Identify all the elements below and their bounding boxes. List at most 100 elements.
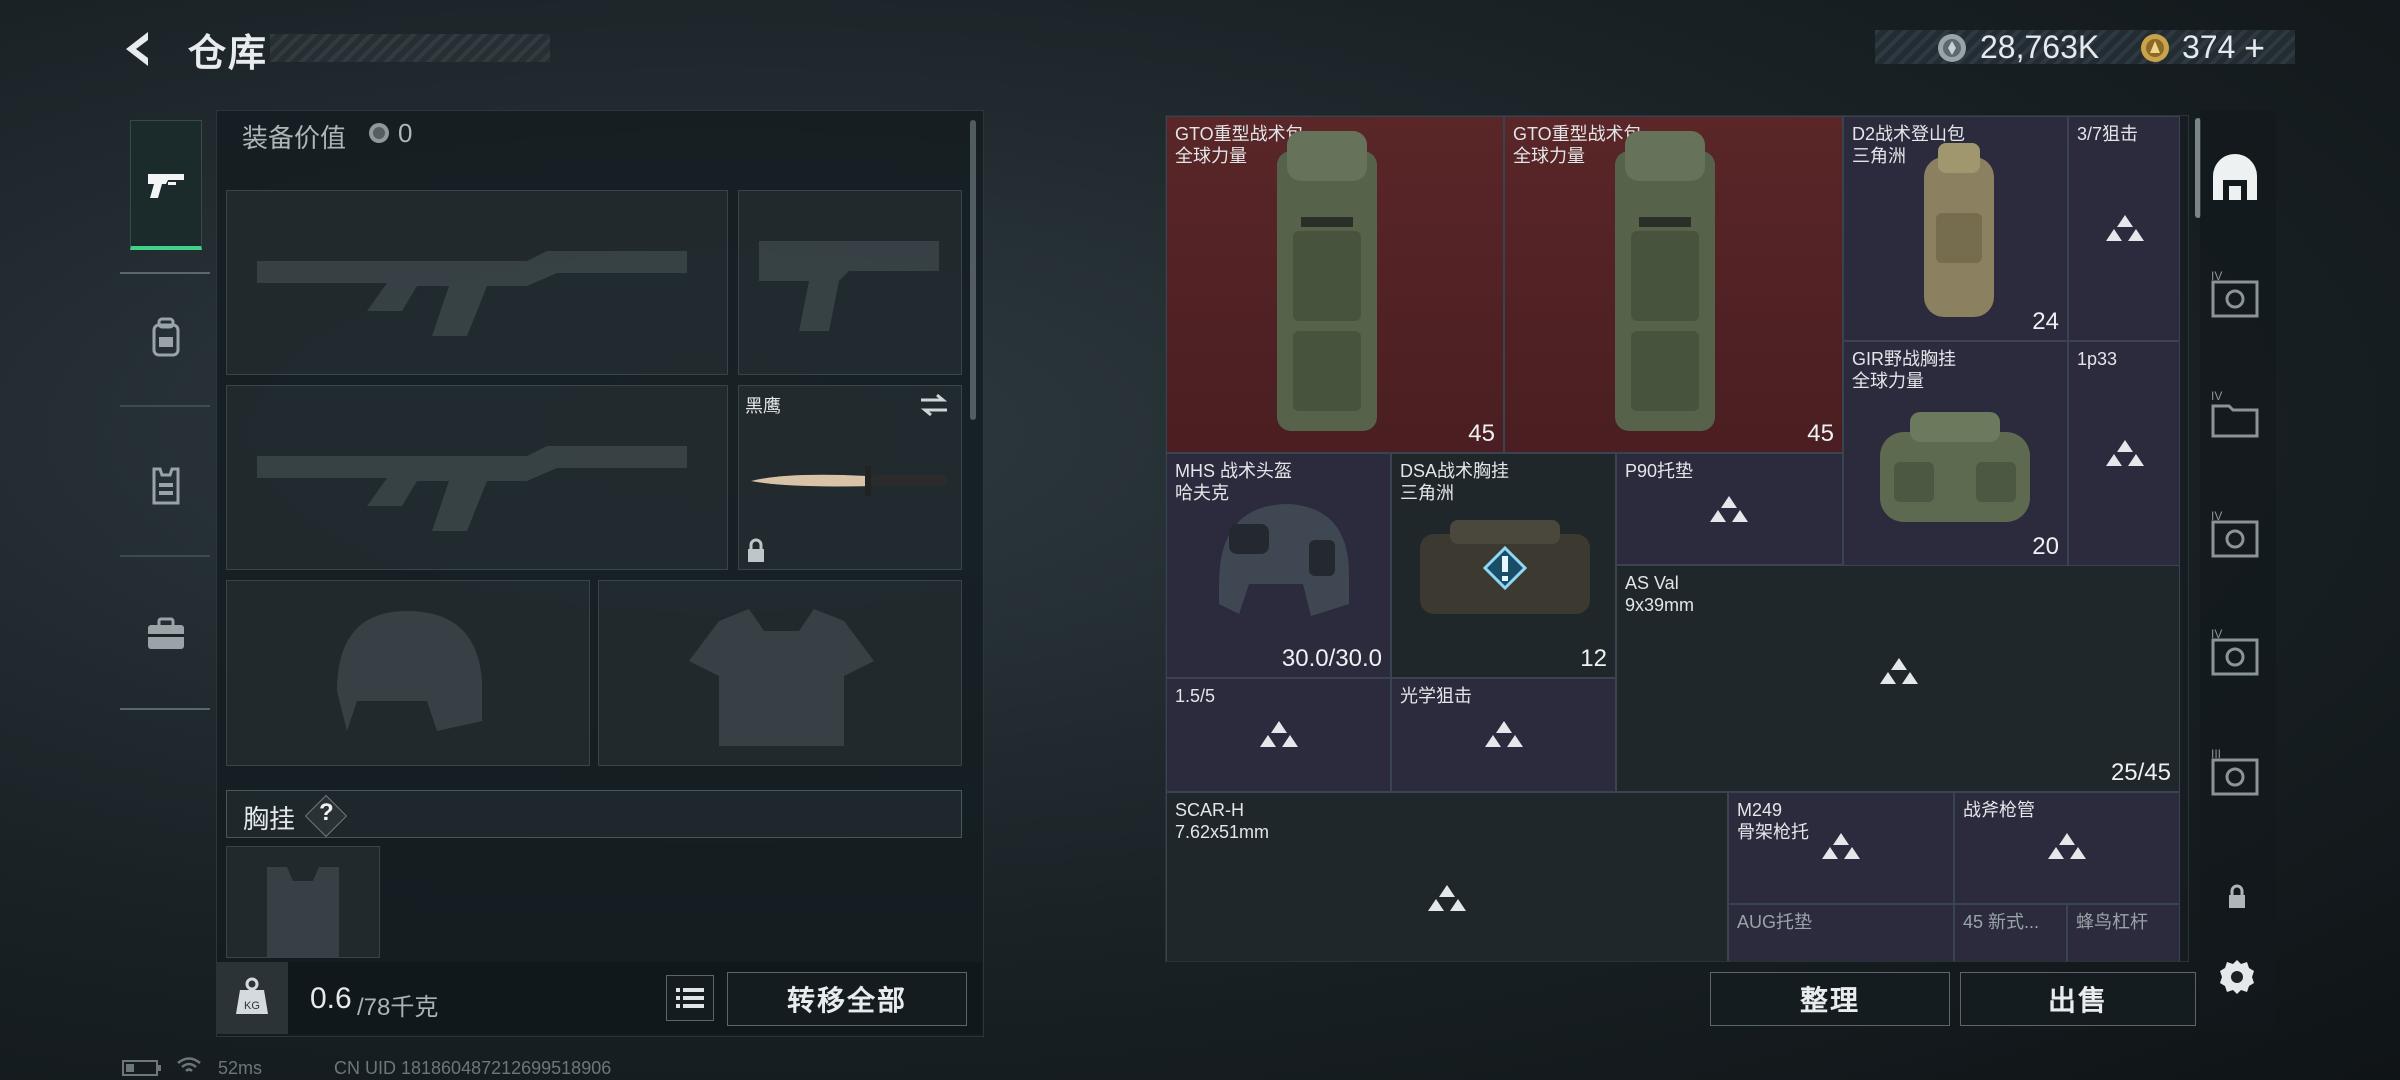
storage-item[interactable]: M249 骨架枪托 xyxy=(1728,792,1954,904)
swap-icon[interactable] xyxy=(917,392,951,418)
gear-icon[interactable] xyxy=(2216,956,2258,998)
storage-item[interactable]: AS Val 9x39mm 25/45 xyxy=(1616,565,2180,792)
silver-amount: 28,763K xyxy=(1980,29,2100,65)
storage-item[interactable]: 战斧枪管 xyxy=(1954,792,2180,904)
pistol-slot[interactable] xyxy=(738,190,962,375)
nav-weapons-tab[interactable] xyxy=(130,120,202,250)
tier-label: III xyxy=(2211,747,2221,761)
case-tier-icon[interactable]: IV xyxy=(2205,508,2265,568)
chest-rig-slot[interactable] xyxy=(226,846,380,958)
item-name: 蜂鸟杠杆 xyxy=(2076,912,2148,932)
climbing-backpack-icon xyxy=(1924,143,1994,317)
equipment-value-label: 装备价值 xyxy=(242,123,347,153)
item-durability: 30.0/30.0 xyxy=(1281,645,1382,672)
storage-item[interactable]: 蜂鸟杠杆 xyxy=(2067,904,2180,961)
storage-item[interactable]: 1p33 xyxy=(2068,341,2180,566)
item-count: 45 xyxy=(1807,420,1834,447)
knife-name: 黑鹰 xyxy=(745,396,781,416)
gold-amount: 374 xyxy=(2182,29,2236,65)
storage-item[interactable]: MHS 战术头盔 哈夫克 30.0/30.0 xyxy=(1166,453,1391,678)
user-uid: CN UID 181860487212699518906 xyxy=(334,1058,612,1078)
list-view-button[interactable] xyxy=(666,975,714,1021)
primary-weapon-slot[interactable] xyxy=(226,190,728,375)
storage-home-icon[interactable] xyxy=(2205,150,2265,210)
nav-divider xyxy=(120,708,210,710)
item-name: 战斧枪管 xyxy=(1963,800,2035,820)
chest-rig-silhouette-icon xyxy=(267,867,339,957)
item-name: SCAR-H 7.62x51mm xyxy=(1175,800,1270,842)
storage-item[interactable]: 45 新式... xyxy=(1954,904,2067,961)
backpack-icon xyxy=(152,317,180,357)
rifle-silhouette-icon xyxy=(257,446,687,531)
wifi-icon xyxy=(177,1057,201,1072)
dsa-chest-rig-icon xyxy=(1420,520,1590,614)
nav-backpack-tab[interactable] xyxy=(130,272,202,402)
weight-icon-box: KG xyxy=(216,962,288,1034)
placeholder-triangle-icon xyxy=(2106,440,2144,466)
briefcase-icon xyxy=(148,617,184,649)
loadout-scrollbar[interactable] xyxy=(970,120,976,420)
placeholder-triangle-icon xyxy=(2106,215,2144,241)
body-armor-silhouette-icon xyxy=(689,609,874,746)
item-count: 45 xyxy=(1468,420,1495,447)
tier-label: IV xyxy=(2211,627,2222,641)
item-count: 20 xyxy=(2032,533,2059,560)
nav-vest-tab[interactable] xyxy=(130,420,202,550)
secondary-weapon-slot[interactable] xyxy=(226,385,728,570)
case-tier-icon[interactable]: IV xyxy=(2205,626,2265,686)
help-icon[interactable]: ? xyxy=(319,799,334,827)
melee-slot[interactable]: 黑鹰 xyxy=(738,385,962,570)
weight-max: /78千克 xyxy=(357,994,439,1021)
storage-item[interactable]: 光学狙击 xyxy=(1391,678,1616,792)
folder-tier-icon[interactable]: IV xyxy=(2205,388,2265,448)
storage-item[interactable]: GIR野战胸挂 全球力量 20 xyxy=(1843,341,2068,566)
storage-item[interactable]: SCAR-H 7.62x51mm xyxy=(1166,792,1728,961)
back-arrow-icon[interactable] xyxy=(118,28,160,70)
item-name: AUG托垫 xyxy=(1737,912,1813,932)
sort-button[interactable]: 整理 xyxy=(1710,972,1950,1026)
item-name: P90托垫 xyxy=(1625,461,1694,481)
weight-icon: KG xyxy=(236,977,268,1014)
tier-label: IV xyxy=(2211,269,2222,283)
storage-item[interactable]: DSA战术胸挂 三角洲 12 xyxy=(1391,453,1616,678)
ping-readout: 52ms xyxy=(218,1058,263,1078)
transfer-all-button[interactable]: 转移全部 xyxy=(727,972,967,1026)
weight-current: 0.6 xyxy=(310,982,352,1015)
placeholder-triangle-icon xyxy=(2048,833,2086,859)
tier-label: IV xyxy=(2211,509,2222,523)
placeholder-triangle-icon xyxy=(1880,658,1918,684)
item-name: 1.5/5 xyxy=(1175,686,1216,706)
item-count: 12 xyxy=(1580,645,1607,672)
placeholder-triangle-icon xyxy=(1822,833,1860,859)
nav-case-tab[interactable] xyxy=(130,568,202,698)
case-tier-icon[interactable]: IV xyxy=(2205,268,2265,328)
placeholder-triangle-icon xyxy=(1485,721,1523,747)
placeholder-triangle-icon xyxy=(1710,496,1748,522)
storage-item[interactable]: D2战术登山包 三角洲 24 xyxy=(1843,116,2068,341)
storage-item[interactable]: P90托垫 xyxy=(1616,453,1843,565)
item-name: AS Val 9x39mm xyxy=(1625,573,1695,615)
storage-item[interactable]: 3/7狙击 xyxy=(2068,116,2180,341)
helmet-slot[interactable] xyxy=(226,580,590,766)
chest-rig-section-header: 胸挂 ? xyxy=(226,790,962,838)
case-tier-icon[interactable]: III xyxy=(2205,746,2265,806)
sell-button[interactable]: 出售 xyxy=(1960,972,2196,1026)
storage-item[interactable]: GTO重型战术包 全球力量 45 xyxy=(1504,116,1843,453)
item-count: 24 xyxy=(2032,308,2059,335)
storage-item[interactable]: 1.5/5 xyxy=(1166,678,1391,792)
storage-item[interactable]: AUG托垫 xyxy=(1728,904,1954,961)
silver-coin-icon xyxy=(369,123,389,143)
armor-slot[interactable] xyxy=(598,580,962,766)
equipment-value: 0 xyxy=(398,118,413,148)
storage-item[interactable]: GTO重型战术包 全球力量 45 xyxy=(1166,116,1504,453)
ammo-count: 25/45 xyxy=(2110,759,2171,786)
list-icon xyxy=(676,988,704,1008)
lock-icon xyxy=(2229,884,2245,908)
knife-icon xyxy=(751,466,947,496)
add-currency-button[interactable]: + xyxy=(2244,27,2265,69)
item-name: GIR野战胸挂 全球力量 xyxy=(1852,349,1957,391)
silver-coin-icon xyxy=(1938,34,1966,62)
top-bar: 仓库 28,763K 374 + xyxy=(0,0,2400,100)
item-name: 45 新式... xyxy=(1963,912,2040,932)
placeholder-triangle-icon xyxy=(1428,885,1466,911)
